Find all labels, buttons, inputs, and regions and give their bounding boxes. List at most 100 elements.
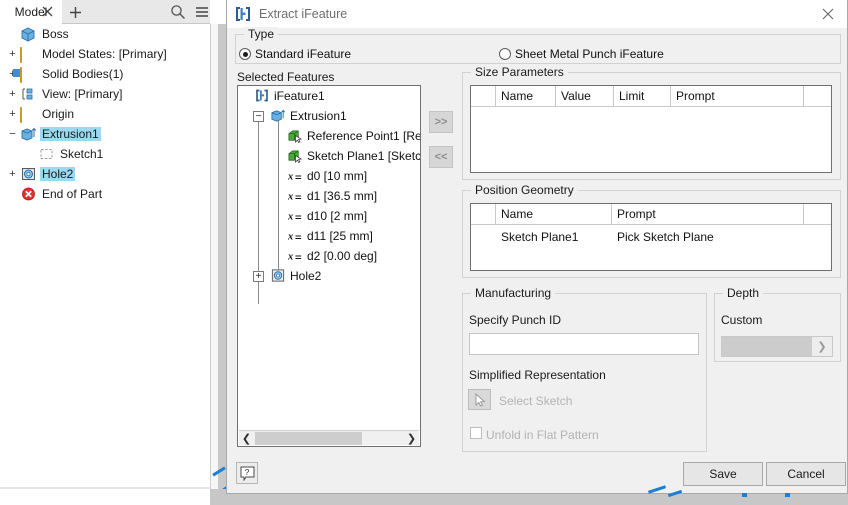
ifeature-icon <box>254 88 271 104</box>
tree-item-label: Extrusion1 <box>40 127 101 141</box>
radio-standard-ifeature-label: Standard iFeature <box>255 47 352 61</box>
tree-item-boss[interactable]: Boss <box>0 24 210 44</box>
grid-header: Name Prompt <box>471 204 831 225</box>
feature-item-d11[interactable]: x d11 [25 mm] <box>238 226 420 246</box>
expander-plus-icon[interactable]: + <box>7 48 18 60</box>
close-icon[interactable] <box>40 4 54 18</box>
position-geometry-grid[interactable]: Name Prompt Sketch Plane1 Pick Sketch Pl… <box>470 203 832 271</box>
type-group-label: Type <box>244 27 279 41</box>
scrollbar-thumb[interactable] <box>255 431 362 445</box>
help-icon[interactable]: ? <box>236 462 258 484</box>
select-sketch-label[interactable]: Select Sketch <box>499 394 572 408</box>
save-button[interactable]: Save <box>683 462 763 486</box>
column-divider <box>803 204 804 225</box>
tree-item-origin[interactable]: + Origin <box>0 104 210 124</box>
hole-icon <box>20 166 37 182</box>
radio-button-icon[interactable] <box>499 48 511 60</box>
manufacturing-label: Manufacturing <box>471 286 556 300</box>
tree-item-model-states[interactable]: + Model States: [Primary] <box>0 44 210 64</box>
tree-item-end-of-part[interactable]: End of Part <box>0 184 210 204</box>
size-parameters-label: Size Parameters <box>471 65 568 79</box>
model-tree: Boss + Model States: [Primary] + Solid B… <box>0 24 210 204</box>
feature-item-d1[interactable]: x d1 [36.5 mm] <box>238 186 420 206</box>
feature-item-label: d1 [36.5 mm] <box>307 189 378 203</box>
feature-item-reference-point1[interactable]: Reference Point1 [Refe <box>238 126 420 146</box>
tree-item-solid-bodies[interactable]: + Solid Bodies(1) <box>0 64 210 84</box>
depth-combo-field[interactable] <box>722 337 812 356</box>
column-header-prompt[interactable]: Prompt <box>670 86 715 107</box>
tree-item-view[interactable]: + View: [Primary] <box>0 84 210 104</box>
radio-button-icon[interactable] <box>239 48 251 60</box>
pick-cursor-icon[interactable] <box>468 389 491 410</box>
extrusion-icon <box>20 126 37 142</box>
expander-plus-icon[interactable]: + <box>7 168 18 180</box>
feature-item-d2[interactable]: x d2 [0.00 deg] <box>238 246 420 266</box>
unfold-flat-pattern-checkbox[interactable] <box>470 427 482 439</box>
remove-feature-button[interactable]: << <box>429 146 453 168</box>
parameter-icon: x <box>287 248 304 264</box>
column-header-name[interactable]: Name <box>495 204 533 225</box>
screen: Model Boss + Model States: [Primary] Sol… <box>0 0 848 505</box>
feature-item-d10[interactable]: x d10 [2 mm] <box>238 206 420 226</box>
size-parameters-grid[interactable]: Name Value Limit Prompt <box>470 85 832 173</box>
expander-plus-icon[interactable]: + <box>7 108 18 120</box>
cell-name: Sketch Plane1 <box>501 230 579 244</box>
column-header-value[interactable]: Value <box>555 86 591 107</box>
sketch-plane-icon <box>287 148 304 164</box>
radio-sheet-metal-punch-ifeature[interactable]: Sheet Metal Punch iFeature <box>499 47 664 61</box>
cancel-button-label: Cancel <box>787 467 825 481</box>
add-feature-button[interactable]: >> <box>429 111 453 133</box>
tree-item-sketch1[interactable]: Sketch1 <box>0 144 210 164</box>
position-geometry-label: Position Geometry <box>471 183 578 197</box>
horizontal-scrollbar[interactable]: ❮ ❯ <box>239 430 419 445</box>
part-cube-icon <box>20 26 37 42</box>
selected-features-tree[interactable]: iFeature1 − Extrusion1 Reference Point1 … <box>237 85 421 447</box>
extract-ifeature-dialog: Extract iFeature Type Standard iFeature … <box>226 0 848 494</box>
parameter-icon: x <box>287 168 304 184</box>
tree-item-label: Sketch1 <box>60 147 104 161</box>
extrusion-icon <box>270 108 287 124</box>
column-header-limit[interactable]: Limit <box>613 86 644 107</box>
tree-item-extrusion1[interactable]: − Extrusion1 <box>0 124 210 144</box>
feature-item-hole2[interactable]: + Hole2 <box>238 266 420 286</box>
dialog-title: Extract iFeature <box>259 7 348 21</box>
feature-item-label: Reference Point1 [Refe <box>307 129 421 143</box>
chevron-left-icon[interactable]: ❮ <box>239 431 254 446</box>
svg-text:x: x <box>287 171 293 182</box>
column-header-prompt[interactable]: Prompt <box>611 204 656 225</box>
punch-id-label: Specify Punch ID <box>469 313 562 327</box>
cancel-button[interactable]: Cancel <box>766 462 846 486</box>
chevron-right-icon[interactable]: ❯ <box>812 337 832 356</box>
save-button-label: Save <box>709 467 737 481</box>
parameter-icon: x <box>287 228 304 244</box>
view-icon <box>20 86 37 102</box>
radio-standard-ifeature[interactable]: Standard iFeature <box>239 47 351 61</box>
svg-text:x: x <box>287 251 293 262</box>
feature-item-d0[interactable]: x d0 [10 mm] <box>238 166 420 186</box>
svg-text:x: x <box>287 211 293 222</box>
hole-icon <box>270 268 287 284</box>
tree-item-hole2[interactable]: + Hole2 <box>0 164 210 184</box>
tree-item-label: End of Part <box>42 187 103 201</box>
depth-combo[interactable]: ❯ <box>721 336 833 357</box>
expander-plus-icon[interactable]: + <box>7 88 18 100</box>
hamburger-menu-icon[interactable] <box>194 4 210 20</box>
dialog-title-bar: Extract iFeature <box>227 0 847 28</box>
expander-minus-icon[interactable]: − <box>253 110 264 122</box>
feature-item-sketch-plane1[interactable]: Sketch Plane1 [Sketch P <box>238 146 420 166</box>
feature-item-extrusion1[interactable]: − Extrusion1 <box>238 106 420 126</box>
expander-minus-icon[interactable]: − <box>7 128 18 140</box>
feature-item-ifeature1[interactable]: iFeature1 <box>238 86 420 106</box>
chevron-right-icon[interactable]: ❯ <box>404 431 419 446</box>
search-icon[interactable] <box>170 4 186 20</box>
plus-icon[interactable] <box>66 3 84 21</box>
ifeature-icon <box>234 5 252 23</box>
tree-item-label: Boss <box>42 27 69 41</box>
close-icon[interactable] <box>817 4 839 24</box>
depth-label: Depth <box>723 286 764 300</box>
unfold-flat-pattern-label[interactable]: Unfold in Flat Pattern <box>486 428 599 442</box>
tree-item-label: Origin <box>42 107 75 121</box>
expander-plus-icon[interactable]: + <box>253 270 264 282</box>
column-header-name[interactable]: Name <box>495 86 533 107</box>
punch-id-input[interactable] <box>469 333 699 355</box>
